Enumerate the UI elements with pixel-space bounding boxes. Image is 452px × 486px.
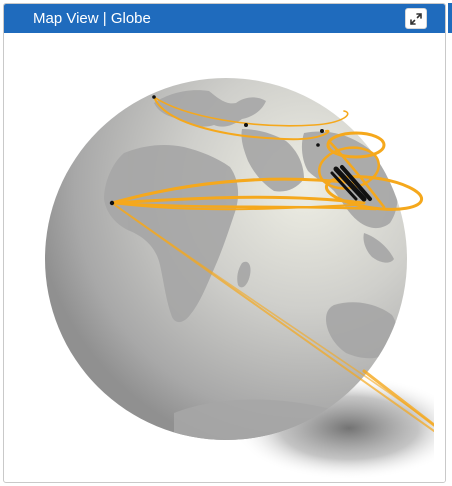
expand-button[interactable]	[405, 8, 427, 29]
map-view-panel: Map View | Globe	[3, 3, 446, 483]
location-marker	[320, 129, 324, 133]
location-marker	[316, 143, 320, 147]
location-marker	[244, 123, 248, 127]
globe-canvas[interactable]	[4, 33, 445, 482]
globe-viewport[interactable]	[4, 33, 445, 482]
panel-title: Map View | Globe	[33, 10, 151, 27]
expand-arrows-icon	[410, 13, 422, 25]
adjacent-panel-edge	[448, 3, 452, 33]
panel-header: Map View | Globe	[4, 4, 445, 33]
right-scroll-gutter	[434, 33, 445, 482]
location-marker	[109, 200, 115, 206]
location-marker	[152, 95, 156, 99]
